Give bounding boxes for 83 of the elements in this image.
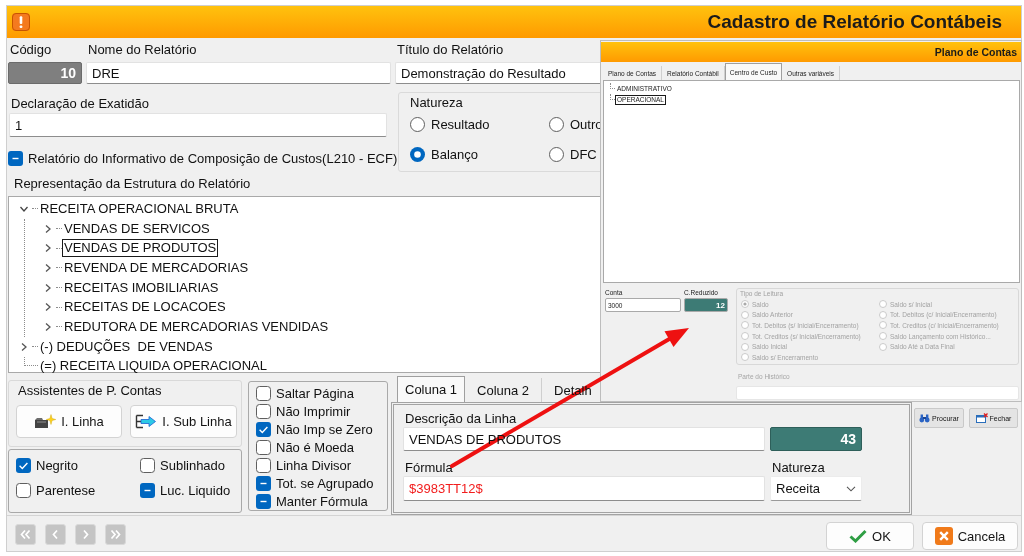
group-title: Natureza bbox=[409, 94, 464, 111]
window-title: Plano de Contas bbox=[934, 46, 1017, 58]
chevron-right-icon[interactable] bbox=[43, 262, 53, 273]
chevron-right-icon[interactable] bbox=[43, 243, 53, 254]
check-icon bbox=[849, 529, 868, 543]
checkbox-label: Não é Moeda bbox=[276, 439, 355, 456]
window-title: Cadastro de Relatório Contábeis bbox=[707, 11, 1002, 33]
insert-line-button[interactable]: I. Linha bbox=[16, 405, 122, 438]
radio-button[interactable] bbox=[410, 117, 425, 132]
radio-button[interactable] bbox=[549, 147, 564, 162]
indent-arrow-icon bbox=[135, 414, 158, 429]
name-field[interactable]: DRE bbox=[86, 62, 391, 84]
reduced-code-field[interactable]: 12 bbox=[684, 298, 728, 312]
checkbox-label: Linha Divisor bbox=[276, 457, 352, 474]
checkbox[interactable] bbox=[256, 440, 271, 455]
window-close-icon bbox=[975, 413, 988, 423]
checkbox-label: Negrito bbox=[36, 457, 78, 474]
insert-sub-line-button[interactable]: I. Sub Linha bbox=[130, 405, 237, 438]
checkbox-label: Parentese bbox=[36, 482, 96, 499]
tree-item[interactable]: REDUTORA DE MERCADORIAS VENDIDAS bbox=[62, 317, 331, 336]
declaration-field[interactable]: 1 bbox=[9, 113, 387, 137]
checkbox[interactable] bbox=[256, 476, 271, 491]
title-field[interactable]: Demonstração do Resultado bbox=[395, 62, 600, 84]
tree-item[interactable]: VENDAS DE SERVICOS bbox=[62, 219, 212, 238]
tab[interactable]: Coluna 2 bbox=[465, 378, 543, 402]
field-label: Código bbox=[9, 42, 53, 58]
radio-button[interactable] bbox=[410, 147, 425, 162]
tree-item[interactable]: VENDAS DE PRODUTOS bbox=[62, 239, 219, 258]
field-label: Declaração de Exatidão bbox=[10, 96, 151, 112]
chevron-right-icon[interactable] bbox=[43, 282, 53, 293]
tree-item[interactable]: RECEITAS DE LOCACOES bbox=[62, 298, 228, 317]
chevron-right-icon[interactable] bbox=[43, 321, 53, 332]
natureza-dropdown[interactable]: Receita bbox=[770, 476, 862, 501]
ok-button[interactable]: OK bbox=[826, 522, 914, 550]
tab[interactable]: Coluna 1 bbox=[397, 376, 466, 402]
double-chevron-left-icon bbox=[19, 529, 32, 540]
checkbox[interactable] bbox=[256, 386, 271, 401]
checkbox-label: Luc. Liquido bbox=[160, 482, 231, 499]
chevron-down-icon bbox=[846, 485, 856, 492]
field-label: Descrição da Linha bbox=[404, 411, 518, 427]
close-icon bbox=[934, 527, 953, 545]
checkbox-label: Relatório do Informativo de Composição de Custos(L210 - ECF) bbox=[28, 150, 398, 167]
tree-item[interactable]: (=) RECEITA LIQUIDA OPERACIONAL bbox=[38, 357, 269, 376]
double-chevron-right-icon bbox=[109, 529, 122, 540]
field-label: Fórmula bbox=[404, 460, 454, 476]
folder-sparkle-icon bbox=[34, 414, 57, 429]
formula-field[interactable]: $3983TT12$ bbox=[403, 476, 765, 501]
field-label: Título do Relatório bbox=[396, 42, 505, 58]
checkbox-label: Não Imprimir bbox=[276, 403, 351, 420]
group-title: Representação da Estrutura do Relatório bbox=[13, 176, 252, 192]
radio-label: Balanço bbox=[431, 147, 478, 162]
cancel-button[interactable]: Cancela bbox=[922, 522, 1018, 550]
tree-item[interactable]: (-) DEDUÇÕES DE VENDAS bbox=[38, 337, 215, 356]
checkbox-label: Manter Fórmula bbox=[276, 493, 368, 510]
field-label: Natureza bbox=[771, 460, 826, 476]
radio-button[interactable] bbox=[549, 117, 564, 132]
checkbox[interactable] bbox=[16, 483, 31, 498]
checkbox[interactable] bbox=[256, 404, 271, 419]
tree-item[interactable]: RECEITAS IMOBILIARIAS bbox=[62, 278, 221, 297]
chevron-right-icon[interactable] bbox=[43, 302, 53, 313]
checkbox[interactable] bbox=[16, 458, 31, 473]
tree-item[interactable]: RECEITA OPERACIONAL BRUTA bbox=[38, 199, 241, 218]
checkbox-label: Saltar Página bbox=[276, 385, 355, 402]
radio-label: Resultado bbox=[431, 117, 490, 132]
checkbox[interactable] bbox=[256, 422, 271, 437]
checkbox[interactable] bbox=[140, 458, 155, 473]
binoculars-icon bbox=[919, 413, 931, 423]
code-field[interactable]: 10 bbox=[8, 62, 82, 84]
exclamation-icon bbox=[12, 13, 30, 31]
tree-item[interactable]: REVENDA DE MERCADORIAS bbox=[62, 258, 251, 277]
checkbox[interactable] bbox=[256, 494, 271, 509]
checkbox[interactable] bbox=[140, 483, 155, 498]
number-field[interactable]: 43 bbox=[770, 427, 862, 451]
checkbox[interactable] bbox=[8, 151, 23, 166]
checkbox-label: Tot. se Agrupado bbox=[276, 475, 374, 492]
checkbox[interactable] bbox=[256, 458, 271, 473]
chevron-right-icon[interactable] bbox=[43, 223, 53, 234]
checkbox-label: Sublinhado bbox=[160, 457, 226, 474]
checkbox-label: Não Imp se Zero bbox=[276, 421, 373, 438]
field-label: Nome do Relatório bbox=[87, 42, 198, 58]
radio-label: DFC bbox=[570, 147, 597, 162]
group-title: Assistentes de P. Contas bbox=[17, 382, 163, 399]
chevron-right-icon[interactable] bbox=[19, 341, 29, 352]
